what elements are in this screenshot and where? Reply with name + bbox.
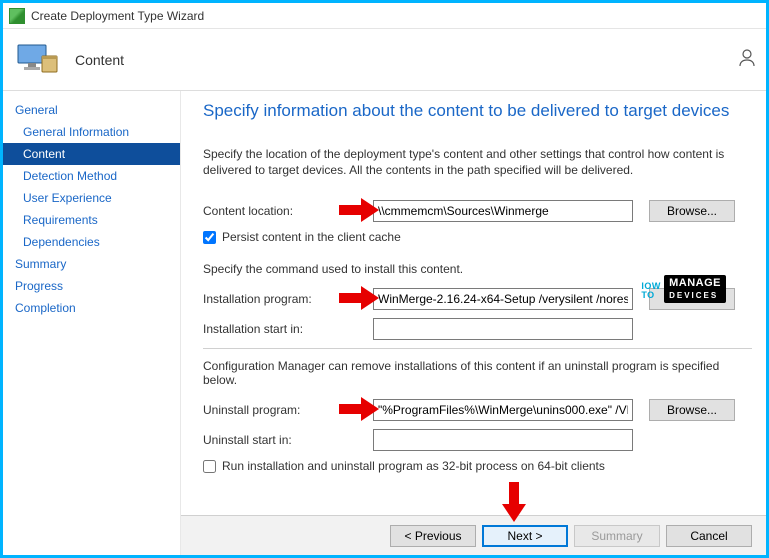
row-install-start: Installation start in: (203, 318, 752, 340)
uninstall-start-label: Uninstall start in: (203, 433, 373, 447)
run32-label: Run installation and uninstall program a… (222, 459, 605, 473)
wizard-sidebar: GeneralGeneral InformationContentDetecti… (3, 91, 181, 555)
row-uninstall-program: Uninstall program: Browse... (203, 399, 752, 421)
app-icon (9, 8, 25, 24)
browse-uninstall-button[interactable]: Browse... (649, 399, 735, 421)
watermark-manage: MANAGE DEVICES (664, 275, 726, 303)
wizard-header: Content (3, 29, 766, 91)
next-button[interactable]: Next > (482, 525, 568, 547)
install-start-input[interactable] (373, 318, 633, 340)
install-start-label: Installation start in: (203, 322, 373, 336)
window-title: Create Deployment Type Wizard (31, 9, 204, 23)
run32-checkbox[interactable] (203, 460, 216, 473)
title-bar: Create Deployment Type Wizard (3, 3, 766, 29)
persist-label: Persist content in the client cache (222, 230, 401, 244)
content-heading: Specify information about the content to… (203, 101, 752, 121)
sidebar-item-requirements[interactable]: Requirements (3, 209, 180, 231)
watermark-how: IOW TO (641, 282, 661, 300)
header-title: Content (75, 52, 124, 68)
divider (203, 348, 752, 349)
uninstall-desc: Configuration Manager can remove install… (203, 359, 752, 387)
install-program-label: Installation program: (203, 292, 373, 306)
sidebar-item-general-information[interactable]: General Information (3, 121, 180, 143)
install-program-input[interactable] (373, 288, 633, 310)
watermark: IOW TO MANAGE DEVICES (641, 275, 726, 303)
persist-checkbox[interactable] (203, 231, 216, 244)
summary-button: Summary (574, 525, 660, 547)
main: GeneralGeneral InformationContentDetecti… (3, 91, 766, 555)
sidebar-item-general[interactable]: General (3, 99, 180, 121)
uninstall-program-label: Uninstall program: (203, 403, 373, 417)
content-pane: Specify information about the content to… (181, 91, 766, 555)
uninstall-program-input[interactable] (373, 399, 633, 421)
monitor-icon (17, 42, 59, 78)
sidebar-item-user-experience[interactable]: User Experience (3, 187, 180, 209)
content-location-label: Content location: (203, 204, 373, 218)
user-icon[interactable] (738, 47, 760, 69)
row-content-location: Content location: Browse... (203, 200, 752, 222)
previous-button[interactable]: < Previous (390, 525, 476, 547)
content-location-input[interactable] (373, 200, 633, 222)
row-persist: Persist content in the client cache (203, 230, 752, 244)
sidebar-item-completion[interactable]: Completion (3, 297, 180, 319)
sidebar-item-progress[interactable]: Progress (3, 275, 180, 297)
row-uninstall-start: Uninstall start in: (203, 429, 752, 451)
wizard-footer: < Previous Next > Summary Cancel (181, 515, 766, 555)
sidebar-item-detection-method[interactable]: Detection Method (3, 165, 180, 187)
cancel-button[interactable]: Cancel (666, 525, 752, 547)
row-run32: Run installation and uninstall program a… (203, 459, 752, 473)
sidebar-item-dependencies[interactable]: Dependencies (3, 231, 180, 253)
sidebar-item-summary[interactable]: Summary (3, 253, 180, 275)
content-desc: Specify the location of the deployment t… (203, 147, 733, 178)
uninstall-start-input[interactable] (373, 429, 633, 451)
sidebar-item-content[interactable]: Content (3, 143, 180, 165)
browse-location-button[interactable]: Browse... (649, 200, 735, 222)
